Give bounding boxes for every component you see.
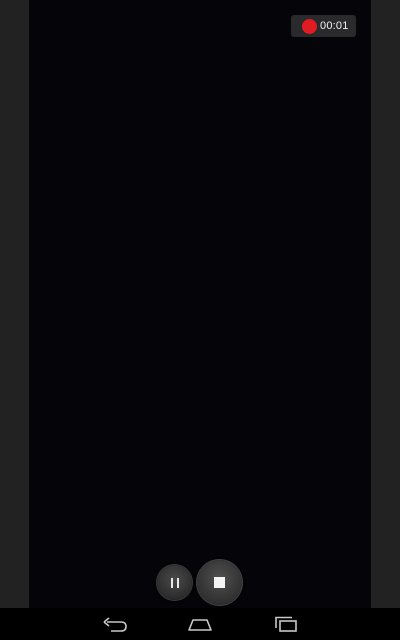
back-button[interactable] [95, 612, 135, 636]
screen-recorder-screen: 00:01 [0, 0, 400, 640]
home-button[interactable] [180, 612, 220, 636]
back-icon [103, 617, 127, 632]
left-margin [0, 0, 29, 608]
recent-apps-button[interactable] [266, 612, 306, 636]
recording-indicator: 00:01 [291, 15, 356, 37]
pause-icon [170, 577, 179, 588]
home-icon [188, 619, 212, 631]
system-navigation-bar [0, 608, 400, 640]
pause-button[interactable] [157, 565, 192, 600]
right-margin [371, 0, 400, 608]
stop-button[interactable] [197, 560, 242, 605]
stop-icon [214, 577, 225, 588]
recent-apps-icon [275, 616, 297, 632]
camera-viewfinder [29, 0, 371, 608]
recording-elapsed-time: 00:01 [320, 20, 349, 32]
record-dot-icon [302, 18, 317, 34]
